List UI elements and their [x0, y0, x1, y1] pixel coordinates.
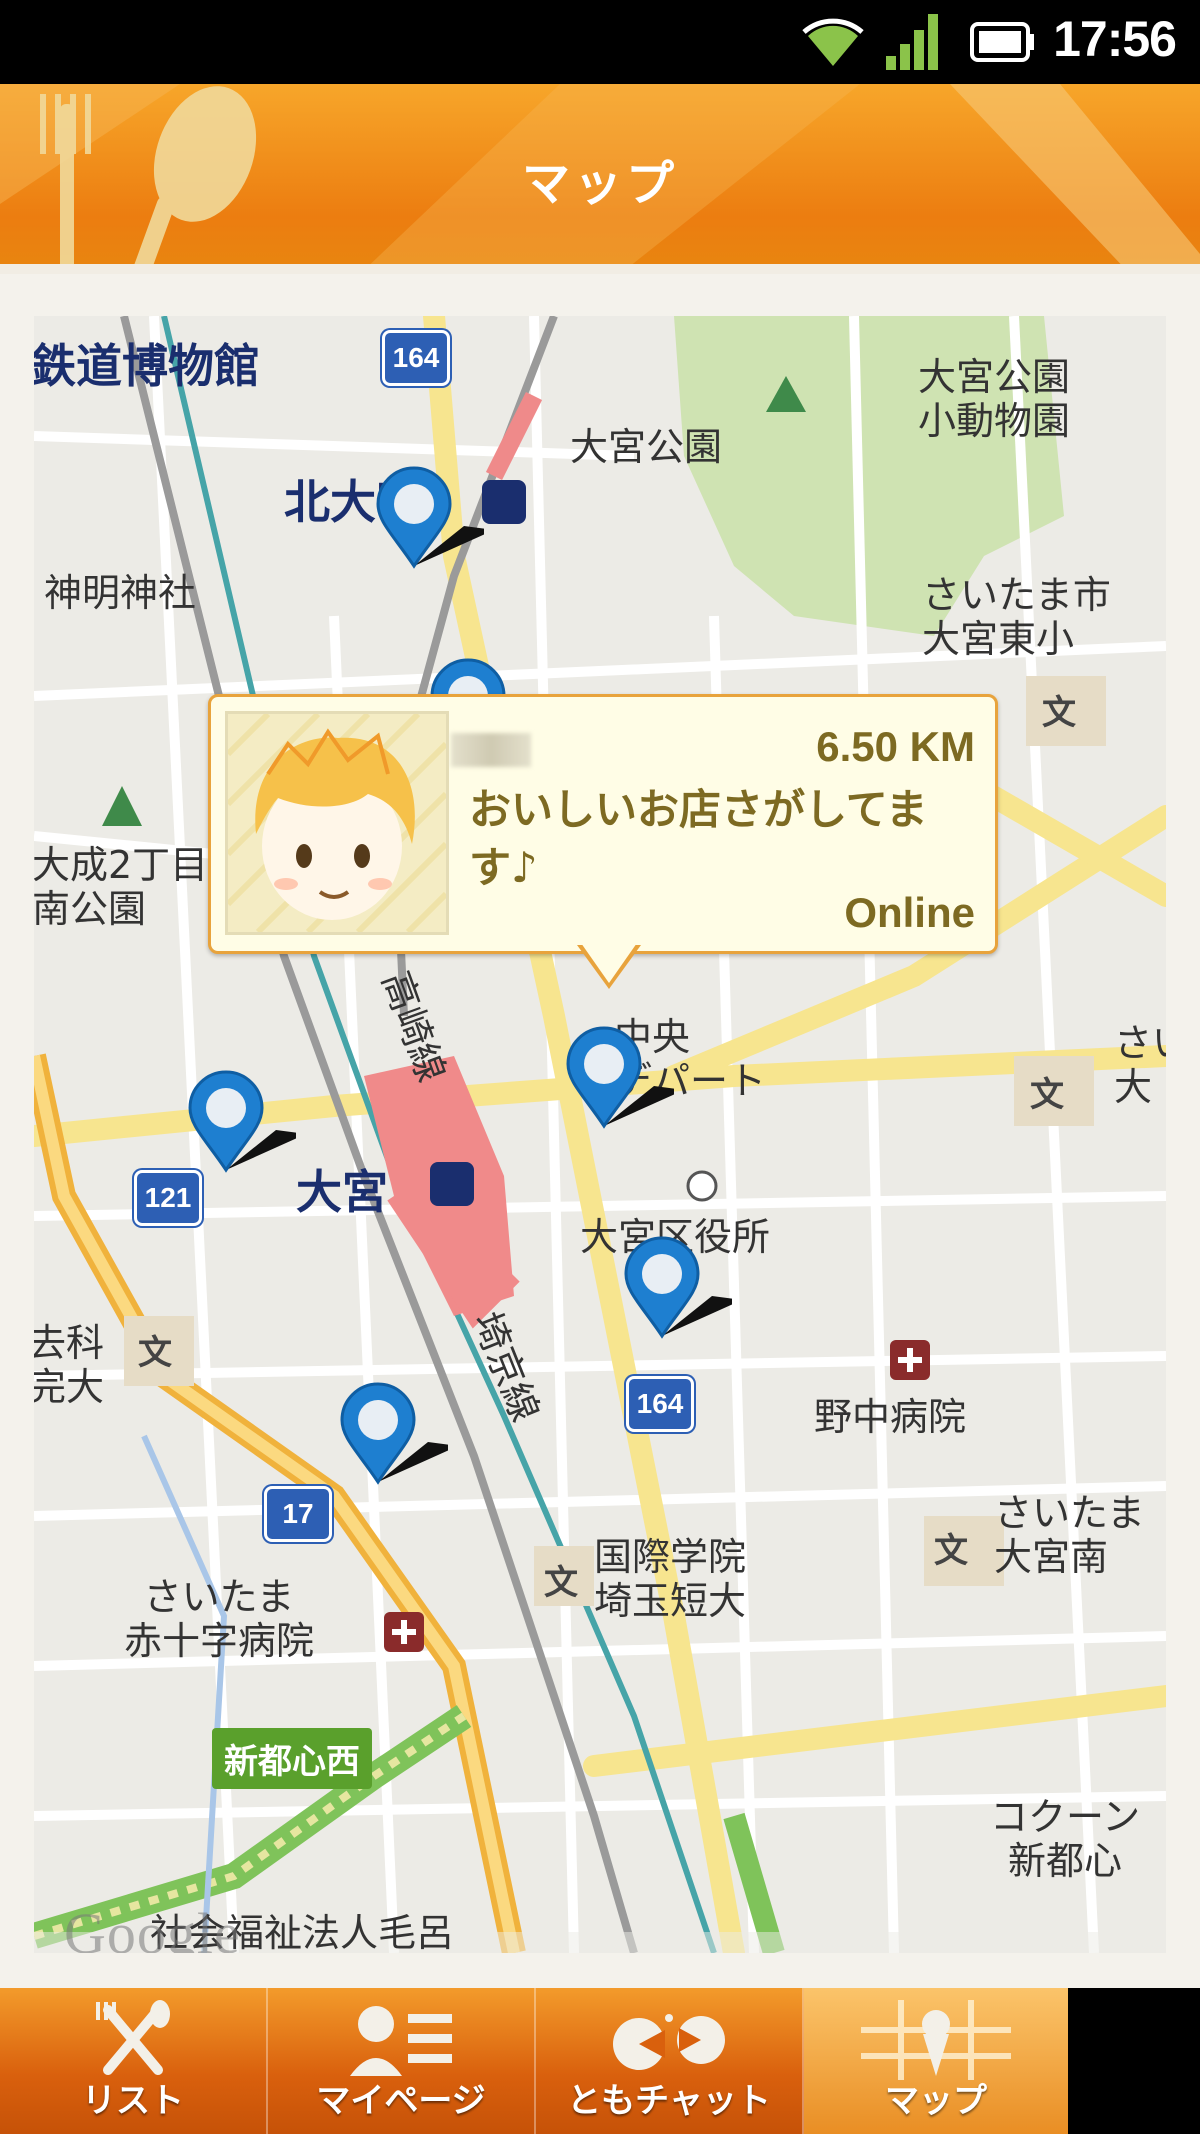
- tab-mypage-label: マイページ: [316, 2081, 486, 2121]
- chat-icon: [613, 2014, 725, 2070]
- tab-chat-label: ともチャット: [567, 2081, 771, 2121]
- user-avatar: [225, 711, 449, 935]
- app-header: マップ: [0, 84, 1200, 274]
- wifi-icon: [802, 18, 864, 66]
- map-label-kokusai: 国際学院 埼玉短大: [594, 1535, 747, 1623]
- map-label-saitama-ichi: さいたま市 大宮東小: [922, 573, 1111, 661]
- user-status: Online: [844, 889, 975, 936]
- svg-text:文: 文: [1030, 1075, 1064, 1115]
- route-shield: 164: [626, 1376, 694, 1432]
- map-pin-icon[interactable]: [622, 1236, 732, 1346]
- page-title: マップ: [521, 156, 678, 212]
- svg-text:文: 文: [544, 1563, 578, 1603]
- nav-bar-edge: [1068, 1988, 1200, 2134]
- map-label-cocoon: コクーン 新都心: [990, 1795, 1141, 1883]
- map-label-saitama-right: さい 大: [1114, 1021, 1166, 1109]
- map-label-saitama-omiya-south: さいたま 大宮南: [994, 1491, 1145, 1579]
- map-pin-icon[interactable]: [564, 1026, 674, 1136]
- map-pin-icon[interactable]: [338, 1382, 448, 1492]
- user-distance: 6.50 KM: [816, 723, 975, 770]
- svg-text:文: 文: [138, 1333, 172, 1373]
- map-view[interactable]: 文文文 文文 鉄道博物館 大宮公園 小動物園 大宮公園 北大宮 神明神社 さいた…: [34, 316, 1166, 1953]
- bottom-tab-bar: リスト マイページ ともチャット マップ: [0, 1988, 1068, 2134]
- map-label-chome-park: 大成2丁目 南公園: [34, 843, 209, 931]
- tab-map-label: マップ: [885, 2081, 987, 2121]
- status-bar: 17:56: [0, 0, 1200, 84]
- tab-mypage[interactable]: マイページ: [268, 1988, 536, 2134]
- fork-spoon-icon: [96, 2000, 170, 2075]
- map-label-omiya-park-zoo: 大宮公園 小動物園: [918, 355, 1071, 443]
- tab-chat[interactable]: ともチャット: [536, 1988, 804, 2134]
- map-label-left-school: 去科 完大: [34, 1321, 105, 1409]
- tab-list-label: リスト: [82, 2081, 184, 2121]
- map-label-railway-museum: 鉄道博物館: [34, 339, 260, 393]
- clock: 17:56: [1053, 11, 1177, 67]
- station-tag: 新都心西: [212, 1728, 372, 1789]
- google-attribution: Google: [64, 1901, 241, 1953]
- user-message: おいしいお店さがしてます♪: [469, 785, 928, 892]
- battery-icon: [970, 22, 1034, 62]
- route-shield: 17: [264, 1486, 332, 1542]
- map-pin-icon: [861, 2000, 1011, 2080]
- route-shield: 164: [382, 330, 450, 386]
- popup-tail-inner: [581, 943, 637, 983]
- map-pin-icon[interactable]: [186, 1070, 296, 1180]
- map-pin-icon[interactable]: [374, 466, 484, 576]
- map-label-omiya-station: 大宮: [296, 1165, 388, 1219]
- map-label-omiya-park: 大宮公園: [570, 425, 723, 469]
- svg-text:文: 文: [934, 1531, 968, 1571]
- avatar-face-icon: [228, 714, 446, 932]
- map-label-shinmei-shrine: 神明神社: [44, 571, 197, 615]
- svg-text:文: 文: [1042, 693, 1076, 733]
- map-label-nonaka-hospital: 野中病院: [814, 1395, 967, 1439]
- user-name-redacted: [451, 733, 531, 767]
- map-label-red-cross: さいたま 赤十字病院: [124, 1575, 315, 1663]
- profile-list-icon: [350, 2006, 452, 2076]
- tab-list[interactable]: リスト: [0, 1988, 268, 2134]
- tab-map[interactable]: マップ: [804, 1988, 1068, 2134]
- signal-icon: [886, 14, 938, 70]
- header-divider: [0, 264, 1200, 274]
- user-info-popup[interactable]: 6.50 KM おいしいお店さがしてます♪ Online: [208, 694, 998, 989]
